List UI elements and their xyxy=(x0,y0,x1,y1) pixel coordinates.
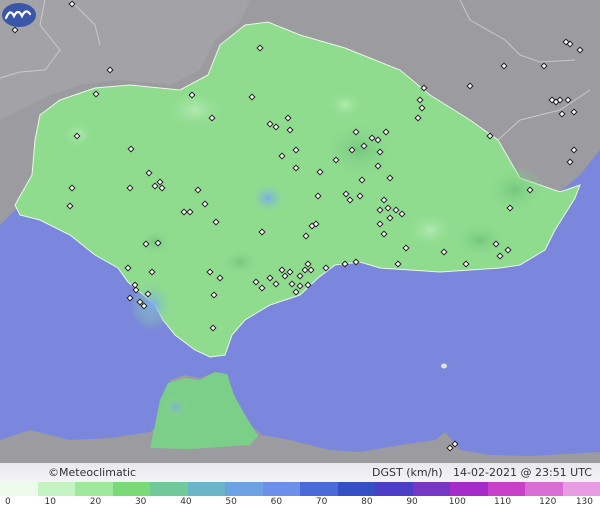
color-scale: 0 10 20 30 40 50 60 70 80 90 100 110 120 130 xyxy=(0,482,600,517)
scale-swatch xyxy=(300,482,338,496)
scale-swatch xyxy=(562,482,600,496)
scale-label: 40 xyxy=(180,497,192,507)
meteoclimatic-logo xyxy=(2,3,36,27)
scale-label: 80 xyxy=(361,497,373,507)
scale-label: 20 xyxy=(89,497,102,507)
scale-label: 10 xyxy=(44,497,56,507)
scale-swatch xyxy=(450,482,488,496)
scale-label: 120 xyxy=(539,497,557,507)
scale-swatch xyxy=(75,482,113,496)
scale-swatch xyxy=(112,482,150,496)
alboran-island xyxy=(441,363,447,369)
time-label: 23:51 UTC xyxy=(534,466,592,479)
scale-swatch xyxy=(525,482,563,496)
scale-label: 50 xyxy=(225,497,237,507)
scale-label: 130 xyxy=(575,497,593,507)
scale-label: 70 xyxy=(315,497,328,507)
map-canvas xyxy=(0,0,600,463)
scale-label: 100 xyxy=(448,497,466,507)
scale-swatch xyxy=(487,482,525,496)
scale-label: 90 xyxy=(406,497,418,507)
variable-label: DGST (km/h) xyxy=(372,466,443,479)
scale-swatch xyxy=(225,482,263,496)
scale-label: 0 xyxy=(5,497,11,507)
scale-label: 60 xyxy=(270,497,283,507)
scale-swatch xyxy=(337,482,375,496)
scale-swatch xyxy=(187,482,225,496)
scale-label: 30 xyxy=(134,497,147,507)
scale-label: 110 xyxy=(493,497,512,507)
scale-swatch xyxy=(262,482,300,496)
map-caption: DGST (km/h) 14-02-2021 @ 23:51 UTC xyxy=(372,465,592,480)
color-scale-bar xyxy=(0,482,600,496)
scale-swatch xyxy=(0,482,38,496)
copyright-text: ©Meteoclimatic xyxy=(48,466,137,479)
at-label: @ xyxy=(520,466,532,479)
scale-swatch xyxy=(37,482,75,496)
scale-swatch xyxy=(150,482,188,496)
scale-swatch xyxy=(375,482,413,496)
scale-swatch xyxy=(412,482,450,496)
weather-map[interactable]: ©Meteoclimatic DGST (km/h) 14-02-2021 @ … xyxy=(0,0,600,517)
color-scale-labels: 0 10 20 30 40 50 60 70 80 90 100 110 120 130 xyxy=(0,497,600,513)
date-label: 14-02-2021 xyxy=(453,466,517,479)
